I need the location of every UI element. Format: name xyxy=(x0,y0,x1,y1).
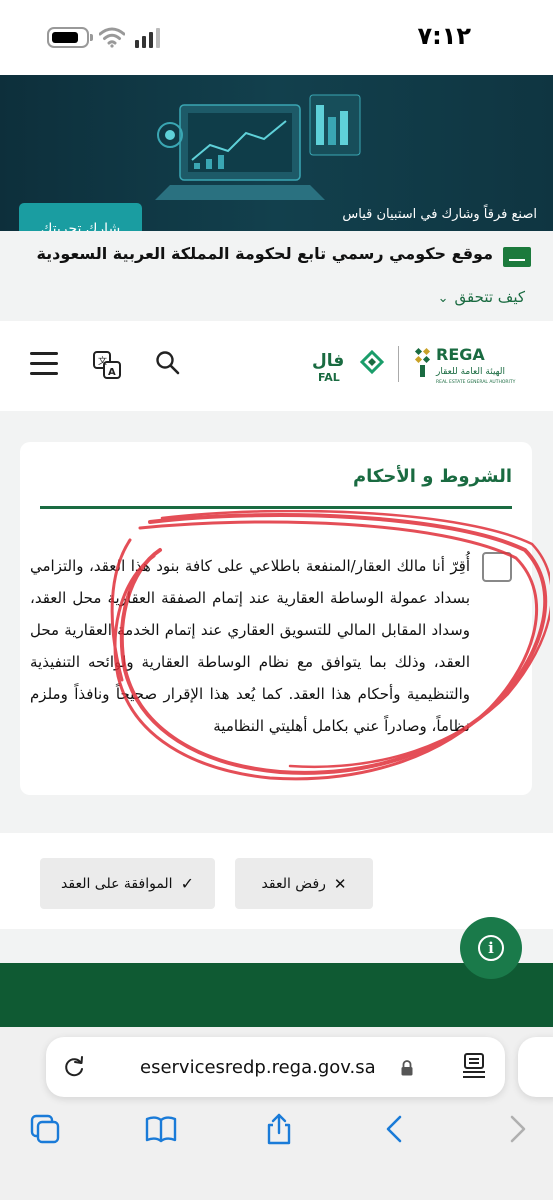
wifi-icon xyxy=(99,27,125,48)
svg-text:A: A xyxy=(108,367,116,378)
terms-title: الشروط و الأحكام xyxy=(352,466,512,487)
signal-icon xyxy=(135,28,160,48)
back-icon[interactable] xyxy=(378,1112,412,1146)
info-icon: i xyxy=(478,935,504,961)
chevron-down-icon: ⌄ xyxy=(437,291,449,306)
saudi-flag-icon xyxy=(503,247,531,267)
fal-arabic-text: فال xyxy=(312,351,344,371)
search-icon[interactable] xyxy=(155,350,181,376)
verify-label: كيف تتحقق xyxy=(454,288,525,306)
fal-logo: فال FAL xyxy=(312,349,385,384)
forward-icon[interactable] xyxy=(500,1112,534,1146)
reject-contract-button[interactable]: ✕ رفض العقد xyxy=(235,858,373,909)
translate-icon[interactable]: 文 A xyxy=(92,350,122,380)
gov-official-text: موقع حكومي رسمي تابع لحكومة المملكة العر… xyxy=(36,244,493,263)
info-button[interactable]: i xyxy=(460,917,522,979)
terms-checkbox[interactable] xyxy=(482,552,512,582)
banner-text: اصنع فرقاً وشارك في استبيان قياس رضا الم… xyxy=(342,207,537,222)
title-divider xyxy=(40,506,512,509)
hamburger-menu-icon[interactable] xyxy=(30,352,58,376)
share-icon[interactable] xyxy=(262,1112,296,1146)
close-icon: ✕ xyxy=(333,874,347,893)
how-to-verify-link[interactable]: كيف تتحقق ⌄ xyxy=(438,288,525,306)
share-experience-button[interactable]: شارك تجربتك xyxy=(19,203,142,231)
svg-text:文: 文 xyxy=(98,355,107,367)
accept-contract-button[interactable]: ✓ الموافقة على العقد xyxy=(40,858,215,909)
footer xyxy=(0,963,553,1027)
clock: ٧:١٢ xyxy=(417,22,471,50)
rega-subtitle-text: REAL ESTATE GENERAL AUTHORITY xyxy=(436,379,516,385)
rega-latin-text: REGA xyxy=(436,345,485,364)
fal-latin-text: FAL xyxy=(318,371,340,384)
status-bar: ٧:١٢ xyxy=(0,0,553,75)
url-text: eservicesredp.rega.gov.sa xyxy=(140,1057,376,1078)
rega-arabic-text: الهيئة العامة للعقار xyxy=(435,367,505,377)
next-tab-peek[interactable] xyxy=(518,1037,553,1097)
battery-icon xyxy=(47,27,93,48)
reload-icon[interactable] xyxy=(62,1055,86,1079)
logo-divider xyxy=(398,346,399,382)
terms-text: أُقِرّ أنا مالك العقار/المنفعة باطلاعي ع… xyxy=(30,557,470,735)
survey-banner: شارك تجربتك اصنع فرقاً وشارك في استبيان … xyxy=(0,75,553,231)
reader-mode-icon[interactable] xyxy=(461,1052,487,1080)
rega-logo: REGA الهيئة العامة للعقار REAL ESTATE GE… xyxy=(414,345,516,385)
tabs-icon[interactable] xyxy=(28,1112,62,1146)
check-icon: ✓ xyxy=(180,874,194,893)
reject-label: رفض العقد xyxy=(261,875,326,892)
bookmarks-icon[interactable] xyxy=(144,1112,178,1146)
terms-card: الشروط و الأحكام أُقِرّ أنا مالك العقار/… xyxy=(20,442,532,795)
lock-icon xyxy=(401,1060,413,1076)
accept-label: الموافقة على العقد xyxy=(61,875,173,892)
